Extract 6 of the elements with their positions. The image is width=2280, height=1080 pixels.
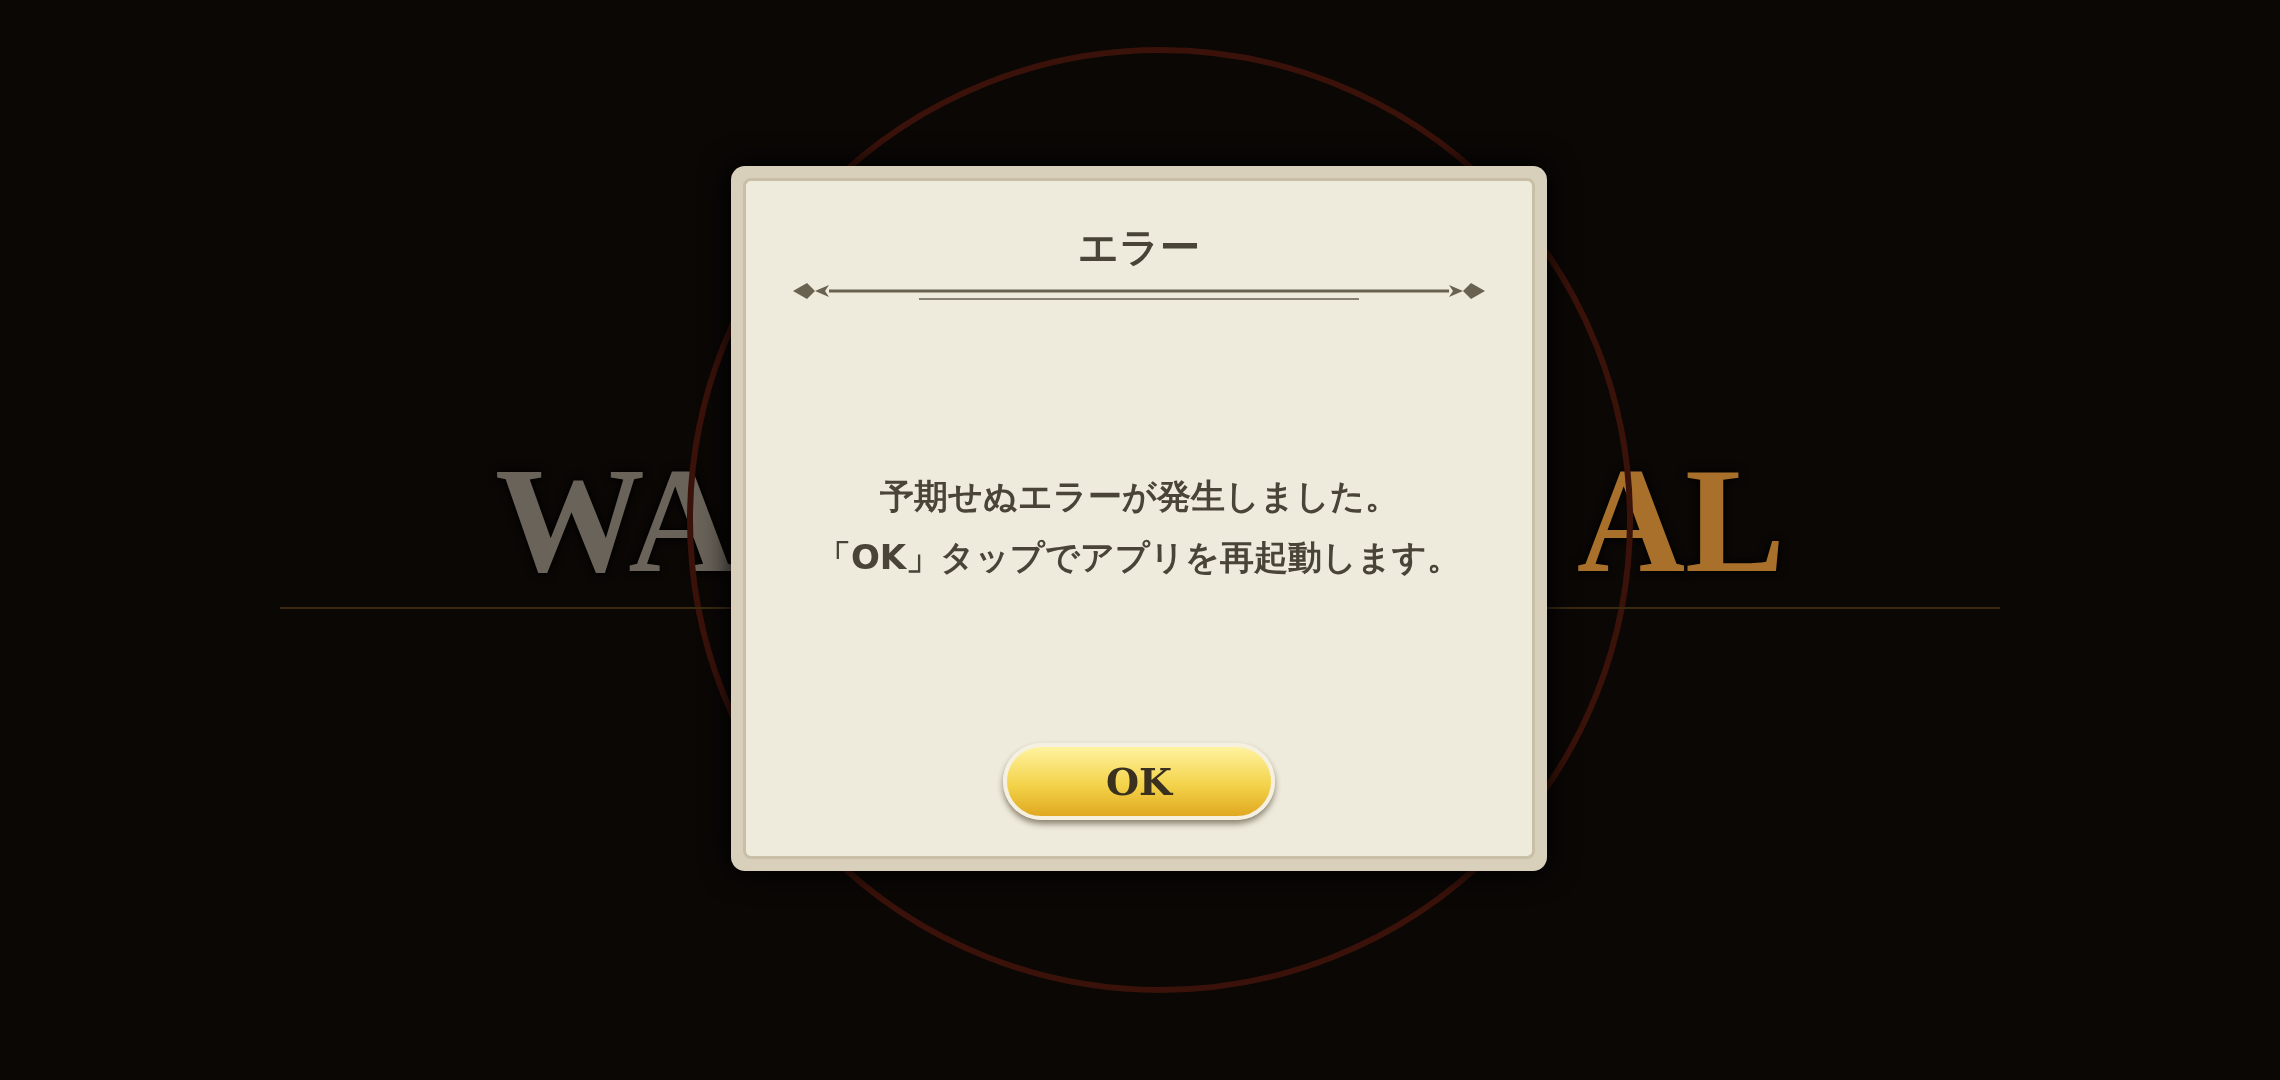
message-line: 予期せぬエラーが発生しました。 [879, 475, 1399, 518]
message-line: 「OK」タップでアプリを再起動します。 [816, 536, 1462, 579]
logo-text: AL [1576, 435, 1786, 605]
dialog-title: エラー [1078, 223, 1200, 272]
logo-text: WA [494, 435, 737, 605]
ok-button[interactable]: OK [1003, 743, 1275, 820]
